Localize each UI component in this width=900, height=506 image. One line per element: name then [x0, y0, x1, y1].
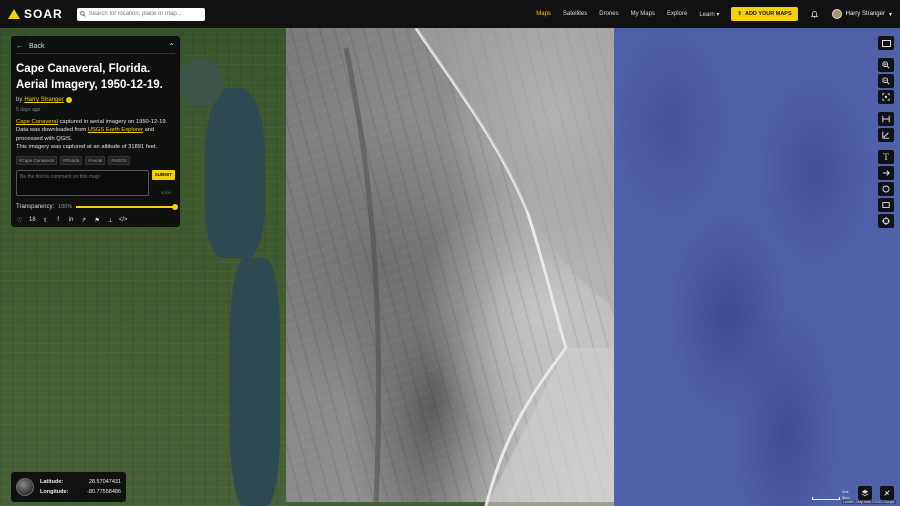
comment-input[interactable]: [16, 169, 149, 196]
map-description: Cape Canaveral captured in aerial imager…: [16, 118, 175, 152]
cape-canaveral-link[interactable]: Cape Canaveral: [16, 119, 58, 125]
arrow-tool-icon[interactable]: [878, 166, 894, 180]
zoom-in-icon[interactable]: [878, 58, 894, 72]
main-nav: Maps Satellites Drones My Maps Explore L…: [536, 7, 892, 21]
add-your-maps-label: ADD YOUR MAPS: [744, 11, 792, 17]
fullscreen-icon[interactable]: [878, 36, 894, 50]
arrow-left-icon: ←: [16, 43, 23, 50]
crosshair-icon[interactable]: [878, 214, 894, 228]
coordinate-readout: Latitude: 28.57047431 Longitude: -80.775…: [40, 479, 121, 495]
coordinates-box: Latitude: 28.57047431 Longitude: -80.775…: [11, 472, 126, 502]
collapse-chevron-up-icon[interactable]: ⌃: [168, 42, 175, 51]
circle-tool-icon[interactable]: [878, 182, 894, 196]
action-bar: ♡ 18 𝕥 f in ↱ ⚑ ⊥ </>: [16, 217, 175, 224]
lake: [178, 58, 223, 108]
share-icon[interactable]: ↱: [81, 217, 88, 224]
submit-comment-button[interactable]: SUBMIT: [151, 169, 175, 180]
avatar: [831, 9, 842, 19]
latitude-value: 28.57047431: [88, 479, 121, 485]
layers-icon[interactable]: [858, 486, 872, 500]
nav-learn[interactable]: Learn ▾: [699, 11, 719, 18]
map-title: Cape Canaveral, Florida. Aerial Imagery,…: [16, 63, 163, 91]
map-toolbar: T: [878, 36, 894, 228]
top-nav-bar: SOAR Maps Satellites Drones My Maps Expl…: [0, 0, 900, 28]
panel-header: ← Back ⌃: [16, 40, 175, 54]
chevron-down-icon: ▾: [716, 11, 720, 18]
like-count: 18: [29, 217, 36, 224]
back-button[interactable]: ← Back: [16, 43, 45, 50]
longitude-label: Longitude:: [40, 489, 69, 495]
nav-maps[interactable]: Maps: [536, 11, 551, 17]
search-input[interactable]: [88, 11, 201, 17]
globe-icon: [16, 478, 34, 496]
flag-icon[interactable]: ⚑: [94, 217, 101, 224]
logo-mark-icon: [8, 9, 20, 19]
notification-bell-icon[interactable]: [810, 9, 820, 19]
linkedin-icon[interactable]: in: [68, 217, 75, 224]
back-label: Back: [29, 43, 45, 50]
soar-logo[interactable]: SOAR: [8, 7, 63, 21]
user-menu[interactable]: Harry Stranger ▾: [831, 9, 892, 19]
measure-area-icon[interactable]: [878, 128, 894, 142]
add-your-maps-button[interactable]: ⇧ ADD YOUR MAPS: [731, 7, 798, 21]
slider-fill: [76, 205, 175, 208]
verified-badge-icon: [65, 97, 72, 104]
text-tool-icon[interactable]: T: [878, 150, 894, 164]
by-prefix: by: [16, 97, 23, 104]
tag[interactable]: #Aerial: [85, 155, 106, 165]
measure-distance-icon[interactable]: [878, 112, 894, 126]
map-attribution[interactable]: Leaflet | Map data ©2022 Google: [842, 500, 896, 504]
desc-line-2: This imagery was captured at an altitude…: [16, 144, 158, 151]
facebook-icon[interactable]: f: [55, 217, 62, 224]
search-bar[interactable]: [76, 7, 205, 21]
byline: by Harry Stranger: [16, 97, 175, 104]
user-name: Harry Stranger: [845, 11, 885, 17]
transparency-slider[interactable]: [76, 203, 178, 210]
logo-text: SOAR: [24, 7, 63, 21]
transparency-control: Transparency: 100%: [16, 203, 178, 210]
map-scale: 2mi 5km: [812, 489, 850, 500]
nav-learn-label: Learn: [699, 11, 715, 18]
map-info-panel: ← Back ⌃ Cape Canaveral, Florida. Aerial…: [11, 36, 180, 227]
indian-river: [205, 88, 265, 258]
longitude-row: Longitude: -80.77558486: [40, 489, 121, 495]
nav-satellites[interactable]: Satellites: [563, 11, 587, 17]
transparency-label: Transparency:: [16, 203, 55, 210]
scale-label-miles: 2mi: [842, 489, 849, 494]
nav-my-maps[interactable]: My Maps: [631, 11, 655, 17]
latitude-row: Latitude: 28.57047431: [40, 479, 121, 485]
posted-date: 5 days ago: [16, 107, 41, 114]
user-chevron-down-icon: ▾: [888, 11, 892, 18]
tag[interactable]: #Cape Canaveral: [16, 155, 58, 165]
longitude-value: -80.77558486: [87, 489, 121, 495]
scale-bar: [812, 497, 840, 500]
upload-icon: ⇧: [737, 11, 742, 17]
embed-code-icon[interactable]: </>: [119, 217, 128, 224]
fit-bounds-icon[interactable]: [878, 90, 894, 104]
transparency-value: 100%: [58, 203, 73, 210]
latitude-label: Latitude:: [40, 479, 64, 485]
indian-river-lower: [230, 258, 280, 506]
usgs-link[interactable]: USGS Earth Explorer: [88, 127, 143, 133]
rectangle-tool-icon[interactable]: [878, 198, 894, 212]
tag[interactable]: #Florida: [60, 155, 83, 165]
author-link[interactable]: Harry Stranger: [24, 97, 63, 103]
tag[interactable]: #USGS: [108, 155, 130, 165]
nav-explore[interactable]: Explore: [667, 11, 687, 17]
twitter-icon[interactable]: 𝕥: [42, 217, 49, 224]
search-icon: [79, 11, 86, 17]
slider-handle[interactable]: [172, 203, 178, 210]
tag-list: #Cape Canaveral #Florida #Aerial #USGS: [16, 155, 175, 165]
ocean-texture: [614, 28, 900, 506]
heart-icon[interactable]: ♡: [16, 217, 23, 224]
pin-icon[interactable]: ⊥: [107, 217, 114, 224]
satellite-icon[interactable]: [880, 486, 894, 500]
zoom-out-icon[interactable]: [878, 74, 894, 88]
nav-drones[interactable]: Drones: [599, 11, 618, 17]
aerial-coastline: [343, 28, 616, 506]
